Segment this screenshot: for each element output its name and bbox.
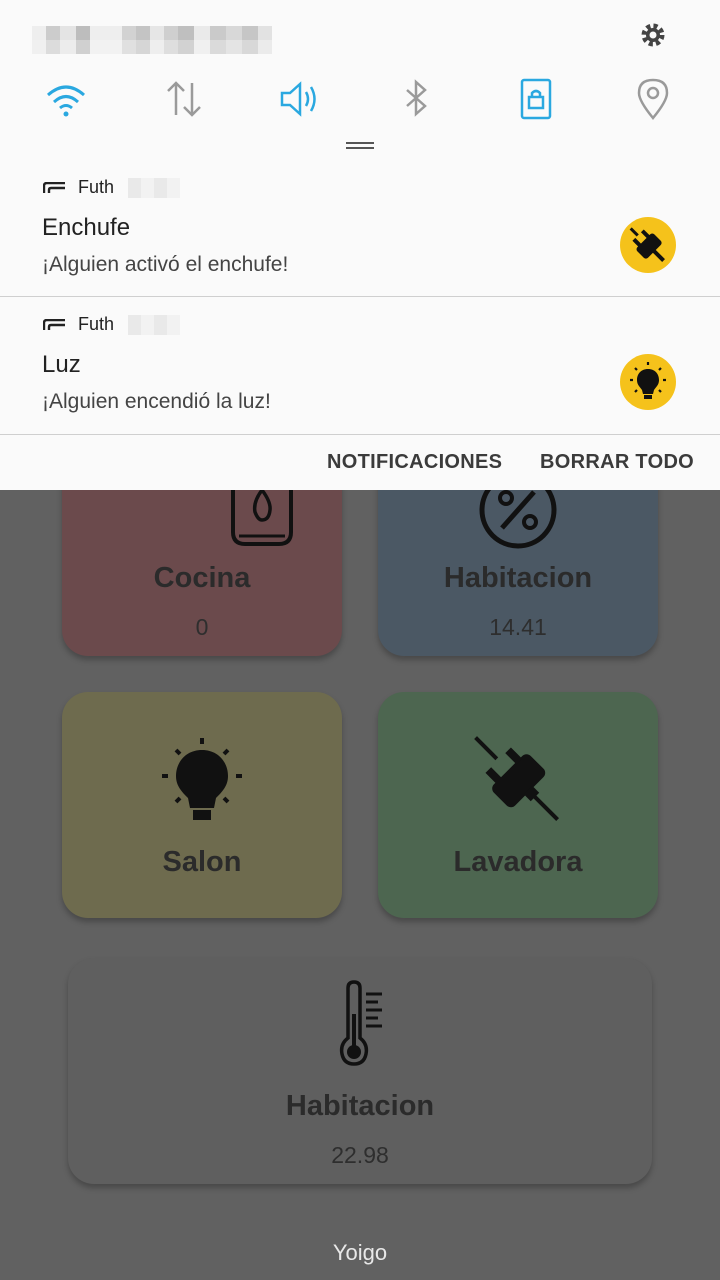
card-name: Cocina bbox=[153, 562, 251, 594]
notification-message: ¡Alguien activó el enchufe! bbox=[42, 253, 289, 276]
card-value: 14.41 bbox=[489, 614, 547, 640]
notification-actions: NOTIFICACIONES BORRAR TODO bbox=[0, 435, 720, 490]
bluetooth-icon[interactable] bbox=[394, 77, 438, 121]
notification-icon-badge bbox=[620, 217, 676, 273]
app-logo-icon bbox=[43, 182, 65, 193]
plug-icon bbox=[629, 227, 665, 262]
bulb-icon bbox=[162, 738, 242, 820]
card-salon[interactable]: Salon bbox=[62, 692, 342, 918]
data-icon[interactable] bbox=[162, 77, 206, 121]
location-icon[interactable] bbox=[631, 77, 675, 121]
drag-handle-icon[interactable] bbox=[346, 141, 374, 150]
card-lavadora[interactable]: Lavadora bbox=[378, 692, 658, 918]
clear-all-button[interactable]: BORRAR TODO bbox=[540, 451, 694, 474]
notifications-settings-button[interactable]: NOTIFICACIONES bbox=[327, 451, 502, 474]
plug-icon bbox=[474, 736, 560, 822]
wifi-icon[interactable] bbox=[44, 77, 88, 121]
card-habitacion-temperature[interactable]: Habitacion 22.98 bbox=[68, 958, 652, 1184]
card-value: 22.98 bbox=[331, 1142, 389, 1168]
notification-shade: Futh Enchufe ¡Alguien activó el enchufe!… bbox=[0, 0, 720, 490]
notification-time-redacted bbox=[128, 315, 180, 335]
notification-app-name: Futh bbox=[78, 177, 115, 197]
notification-card[interactable]: Futh Enchufe ¡Alguien activó el enchufe! bbox=[0, 160, 720, 297]
quick-settings-panel bbox=[0, 0, 720, 161]
carrier-label: Yoigo bbox=[332, 1240, 388, 1265]
sound-icon[interactable] bbox=[278, 77, 322, 121]
status-info-redacted bbox=[32, 22, 272, 56]
rotation-lock-icon[interactable] bbox=[514, 77, 558, 121]
gear-icon[interactable] bbox=[638, 20, 668, 50]
notification-card[interactable]: Futh Luz ¡Alguien encendió la luz! bbox=[0, 297, 720, 435]
bulb-icon bbox=[630, 362, 666, 399]
notification-app-name: Futh bbox=[78, 314, 115, 334]
card-name: Salon bbox=[162, 846, 242, 878]
card-name: Habitacion bbox=[285, 1090, 435, 1122]
card-name: Habitacion bbox=[443, 562, 593, 594]
notification-message: ¡Alguien encendió la luz! bbox=[42, 390, 271, 413]
thermometer-icon bbox=[339, 980, 382, 1066]
notification-time-redacted bbox=[128, 178, 180, 198]
notification-icon-badge bbox=[620, 354, 676, 410]
notification-title: Luz bbox=[42, 351, 81, 378]
card-name: Lavadora bbox=[453, 846, 583, 878]
notification-title: Enchufe bbox=[42, 214, 131, 241]
card-value: 0 bbox=[195, 614, 209, 640]
app-logo-icon bbox=[43, 319, 65, 330]
